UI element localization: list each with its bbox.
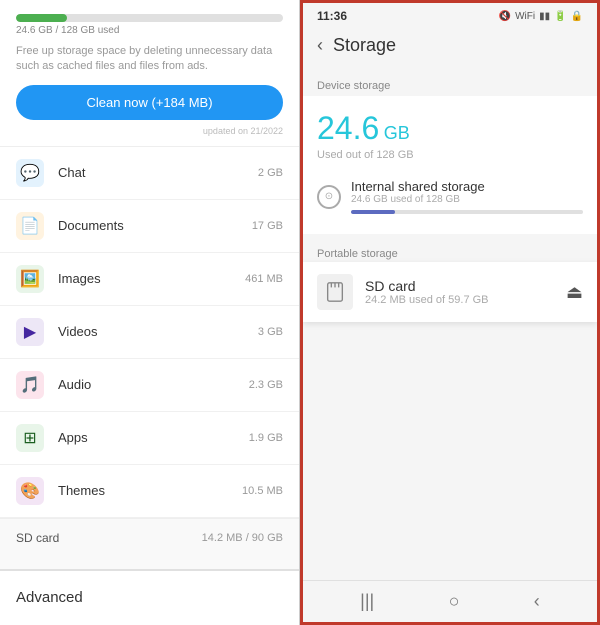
left-panel: 24.6 GB / 128 GB used Free up storage sp…: [0, 0, 300, 625]
right-content: Device storage 24.6 GB Used out of 128 G…: [303, 64, 597, 580]
documents-icon: 📄: [16, 212, 44, 240]
clean-description: Free up storage space by deleting unnece…: [16, 44, 283, 75]
back-button[interactable]: ‹: [317, 35, 323, 56]
status-bar: 11:36 🔇 WiFi ▮▮ 🔋 🔒: [303, 3, 597, 27]
item-size-audio: 2.3 GB: [249, 379, 283, 391]
item-label-images: Images: [58, 271, 245, 286]
lock-icon: 🔒: [571, 11, 583, 22]
storage-gb-display: 24.6 GB: [317, 110, 583, 147]
internal-bar-fill: [351, 210, 395, 214]
list-item-audio[interactable]: 🎵 Audio 2.3 GB: [0, 359, 299, 412]
item-size-themes: 10.5 MB: [242, 485, 283, 497]
item-label-documents: Documents: [58, 218, 252, 233]
internal-name: Internal shared storage: [351, 179, 583, 194]
nav-home-button[interactable]: ○: [449, 591, 460, 612]
advanced-label: Advanced: [16, 589, 83, 606]
item-label-audio: Audio: [58, 377, 249, 392]
sd-info: SD card 24.2 MB used of 59.7 GB: [365, 278, 566, 306]
status-icons: 🔇 WiFi ▮▮ 🔋 🔒: [499, 11, 583, 22]
sdcard-size: 14.2 MB / 90 GB: [202, 532, 283, 544]
list-item-images[interactable]: 🖼️ Images 461 MB: [0, 253, 299, 306]
sd-card-icon: [324, 281, 346, 303]
left-top-section: 24.6 GB / 128 GB used Free up storage sp…: [0, 0, 299, 147]
device-storage-label: Device storage: [303, 74, 597, 96]
chat-icon: 💬: [16, 159, 44, 187]
list-item-documents[interactable]: 📄 Documents 17 GB: [0, 200, 299, 253]
internal-storage-icon: ⊙: [317, 185, 341, 209]
item-size-videos: 3 GB: [258, 326, 283, 338]
used-bar-track: [16, 14, 283, 22]
internal-bar-track: [351, 210, 583, 214]
images-icon: 🖼️: [16, 265, 44, 293]
bottom-nav: ||| ○ ‹: [303, 580, 597, 622]
videos-icon: ▶: [16, 318, 44, 346]
list-item-videos[interactable]: ▶ Videos 3 GB: [0, 306, 299, 359]
used-bar-container: 24.6 GB / 128 GB used: [16, 14, 283, 36]
storage-unit: GB: [384, 123, 410, 143]
eject-icon[interactable]: ⏏: [566, 282, 583, 303]
mute-icon: 🔇: [499, 11, 511, 22]
sdcard-row[interactable]: SD card 14.2 MB / 90 GB: [0, 518, 299, 557]
clean-now-button[interactable]: Clean now (+184 MB): [16, 85, 283, 120]
sd-card-name: SD card: [365, 278, 566, 294]
used-out-of: Used out of 128 GB: [317, 149, 583, 161]
sd-card-icon-box: [317, 274, 353, 310]
wifi-icon: WiFi: [515, 11, 535, 22]
device-storage-block: 24.6 GB Used out of 128 GB ⊙ Internal sh…: [303, 96, 597, 234]
signal-icon: ▮▮: [539, 11, 550, 22]
item-label-chat: Chat: [58, 165, 258, 180]
nav-back-button[interactable]: ‹: [534, 591, 540, 612]
apps-icon: ⊞: [16, 424, 44, 452]
item-label-apps: Apps: [58, 430, 249, 445]
top-nav-bar: ‹ Storage: [303, 27, 597, 64]
status-time: 11:36: [317, 9, 347, 23]
item-label-videos: Videos: [58, 324, 258, 339]
sdcard-label: SD card: [16, 531, 202, 545]
used-text: 24.6 GB / 128 GB used: [16, 25, 283, 36]
battery-icon: 🔋: [554, 11, 566, 22]
themes-icon: 🎨: [16, 477, 44, 505]
used-bar-fill: [16, 14, 67, 22]
nav-recents-button[interactable]: |||: [360, 591, 374, 612]
storage-list: 💬 Chat 2 GB 📄 Documents 17 GB 🖼️ Images …: [0, 147, 299, 569]
item-size-documents: 17 GB: [252, 220, 283, 232]
item-label-themes: Themes: [58, 483, 242, 498]
list-item-themes[interactable]: 🎨 Themes 10.5 MB: [0, 465, 299, 518]
internal-used: 24.6 GB used of 128 GB: [351, 194, 583, 205]
sd-card-block[interactable]: SD card 24.2 MB used of 59.7 GB ⏏: [303, 262, 597, 322]
internal-storage-info: Internal shared storage 24.6 GB used of …: [351, 179, 583, 214]
list-item-apps[interactable]: ⊞ Apps 1.9 GB: [0, 412, 299, 465]
internal-storage-row[interactable]: ⊙ Internal shared storage 24.6 GB used o…: [317, 171, 583, 218]
portable-storage-label: Portable storage: [303, 242, 597, 262]
right-panel: 11:36 🔇 WiFi ▮▮ 🔋 🔒 ‹ Storage Device sto…: [300, 0, 600, 625]
item-size-apps: 1.9 GB: [249, 432, 283, 444]
sd-card-used: 24.2 MB used of 59.7 GB: [365, 294, 566, 306]
item-size-images: 461 MB: [245, 273, 283, 285]
updated-text: updated on 21/2022: [16, 126, 283, 136]
item-size-chat: 2 GB: [258, 167, 283, 179]
advanced-section[interactable]: Advanced: [0, 569, 299, 625]
list-item-chat[interactable]: 💬 Chat 2 GB: [0, 147, 299, 200]
audio-icon: 🎵: [16, 371, 44, 399]
page-title: Storage: [333, 35, 396, 56]
storage-gb-value: 24.6: [317, 110, 379, 146]
